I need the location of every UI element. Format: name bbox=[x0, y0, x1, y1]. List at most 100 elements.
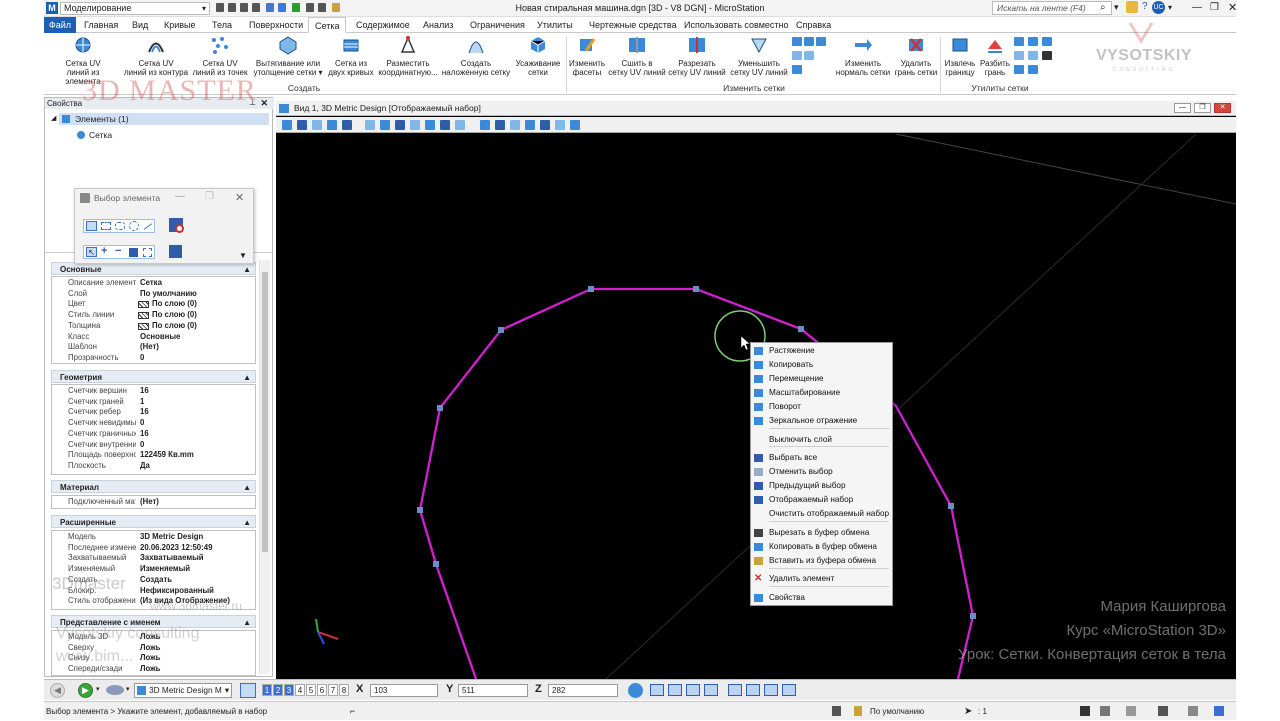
context-menu-item[interactable]: Выключить слой bbox=[751, 433, 892, 447]
context-menu-item[interactable]: Перемещение bbox=[751, 372, 892, 386]
context-menu-item[interactable]: Растяжение bbox=[751, 344, 892, 358]
view-previous-icon[interactable] bbox=[440, 120, 450, 130]
property-row[interactable]: Плоскость Да bbox=[52, 461, 257, 472]
update-view-icon[interactable] bbox=[327, 120, 337, 130]
mesh-utility-icon[interactable] bbox=[1014, 65, 1024, 74]
property-value[interactable]: Да bbox=[140, 461, 150, 472]
property-value[interactable]: 0 bbox=[140, 418, 144, 429]
property-value[interactable]: По слою (0) bbox=[152, 310, 197, 321]
block-method-icon[interactable] bbox=[101, 222, 111, 230]
help-icon[interactable]: ? bbox=[1142, 1, 1148, 12]
change-mesh-normal-button[interactable]: Изменить нормаль сетки bbox=[832, 35, 894, 77]
expand-dialog-chevron-icon[interactable]: ▼ bbox=[239, 251, 247, 260]
properties-scrollbar[interactable] bbox=[259, 260, 270, 674]
mesh-vertex[interactable] bbox=[417, 507, 423, 513]
network-status-icon[interactable] bbox=[1188, 706, 1198, 716]
cloud-status-icon[interactable] bbox=[1214, 706, 1224, 716]
property-row[interactable]: Счетчик внутренних 0 bbox=[52, 440, 257, 451]
mesh-utility-icon[interactable] bbox=[1042, 51, 1052, 60]
context-menu-item[interactable]: Выбрать все bbox=[751, 451, 892, 465]
view-close-icon[interactable]: ✕ bbox=[1214, 103, 1231, 113]
save-status-icon[interactable] bbox=[1080, 706, 1090, 716]
context-menu-item[interactable]: Свойства bbox=[751, 591, 892, 605]
context-menu-item[interactable]: Вставить из буфера обмена bbox=[751, 554, 892, 568]
message-center-icon[interactable]: ⌐ bbox=[350, 702, 355, 721]
view-7-button[interactable]: 7 bbox=[328, 684, 338, 696]
mesh-vertex[interactable] bbox=[498, 327, 504, 333]
property-value[interactable]: По слою (0) bbox=[152, 299, 197, 310]
add-mode-icon[interactable]: + bbox=[101, 245, 107, 257]
property-value[interactable]: Ложь bbox=[140, 664, 160, 675]
tab-utilities[interactable]: Утилиты bbox=[531, 17, 579, 33]
view-8-button[interactable]: 8 bbox=[339, 684, 349, 696]
z-coordinate-field[interactable]: 282 bbox=[548, 684, 618, 697]
context-menu-item[interactable]: Отображаемый набор bbox=[751, 493, 892, 507]
context-menu-item[interactable]: ✕ Удалить элемент bbox=[751, 572, 892, 586]
property-value[interactable]: 16 bbox=[140, 386, 149, 397]
tab-constraints[interactable]: Ограничения bbox=[464, 17, 531, 33]
active-model-dropdown[interactable]: 3D Metric Design M ▾ bbox=[134, 683, 232, 698]
copy-view-icon[interactable] bbox=[480, 120, 490, 130]
view-next-icon[interactable] bbox=[455, 120, 465, 130]
design-history-icon[interactable] bbox=[1126, 706, 1136, 716]
clip-volume-icon[interactable] bbox=[510, 120, 520, 130]
shrinkwrap-mesh-button[interactable]: Усаживание сетки bbox=[512, 35, 564, 77]
property-value[interactable]: (Нет) bbox=[140, 342, 159, 353]
scrollbar-thumb[interactable] bbox=[262, 272, 268, 552]
clip-mask-icon[interactable] bbox=[525, 120, 535, 130]
property-row[interactable]: Стиль линии По слою (0) bbox=[52, 310, 257, 321]
clear-mode-icon[interactable] bbox=[143, 248, 152, 257]
mesh-utility-icon[interactable] bbox=[1028, 65, 1038, 74]
delete-mesh-face-button[interactable]: Удалить грань сетки bbox=[894, 35, 938, 77]
view-4-button[interactable]: 4 bbox=[295, 684, 305, 696]
filter-icon[interactable]: ▾ bbox=[1114, 2, 1119, 13]
mesh-tool-icon[interactable] bbox=[816, 37, 826, 46]
line-method-icon[interactable] bbox=[143, 223, 153, 230]
context-menu-item[interactable]: Очистить отображаемый набор bbox=[751, 507, 892, 521]
create-draped-mesh-button[interactable]: Создать наложенную сетку bbox=[440, 35, 512, 77]
standard-view-top-icon[interactable] bbox=[650, 684, 664, 696]
standard-view-iso-icon[interactable] bbox=[704, 684, 718, 696]
mesh-utility-icon[interactable] bbox=[1014, 37, 1024, 46]
user-menu-chevron-icon[interactable]: ▾ bbox=[1168, 3, 1172, 12]
camera-icon[interactable] bbox=[540, 120, 550, 130]
tree-expand-icon[interactable]: ◢ bbox=[51, 114, 56, 122]
property-value[interactable]: 0 bbox=[140, 353, 144, 364]
property-value[interactable]: Основные bbox=[140, 332, 180, 343]
invert-mode-icon[interactable] bbox=[129, 248, 138, 257]
property-value[interactable]: Захватываемый bbox=[140, 553, 204, 564]
property-row[interactable]: Счетчик граней 1 bbox=[52, 397, 257, 408]
property-row[interactable]: Счетчик невидимых 0 bbox=[52, 418, 257, 429]
property-row[interactable]: Счетчик граничных 16 bbox=[52, 429, 257, 440]
property-row[interactable]: Описание элемента Сетка bbox=[52, 278, 257, 289]
view-restore-icon[interactable]: ❐ bbox=[1194, 103, 1211, 113]
chevron-down-icon[interactable]: ▾ bbox=[225, 684, 229, 697]
ribbon-search-input[interactable]: Искать на ленте (F4) bbox=[992, 1, 1112, 15]
property-value[interactable]: 20.06.2023 12:50:49 bbox=[140, 543, 212, 554]
collapse-caret-icon[interactable]: ▲ bbox=[243, 516, 251, 529]
close-panel-icon[interactable]: ✕ bbox=[260, 98, 268, 109]
property-row[interactable]: Слой По умолчанию bbox=[52, 289, 257, 300]
select-all-elements-icon[interactable] bbox=[169, 218, 184, 233]
close-icon[interactable]: ✕ bbox=[235, 191, 244, 204]
tab-content[interactable]: Содержимое bbox=[350, 17, 416, 33]
tab-home[interactable]: Главная bbox=[78, 17, 124, 33]
place-coordinate-mesh-button[interactable]: Разместить координатную... bbox=[378, 35, 438, 77]
tab-solids[interactable]: Тела bbox=[206, 17, 238, 33]
mesh-vertex[interactable] bbox=[798, 326, 804, 332]
view-minimize-icon[interactable]: — bbox=[1174, 103, 1191, 113]
accudraw-icon[interactable] bbox=[628, 683, 643, 698]
mesh-utility-icon[interactable] bbox=[1028, 37, 1038, 46]
collapse-caret-icon[interactable]: ▲ bbox=[243, 616, 251, 629]
minimize-icon[interactable]: — bbox=[1192, 2, 1202, 13]
x-coordinate-field[interactable]: 103 bbox=[370, 684, 438, 697]
collapse-caret-icon[interactable]: ▲ bbox=[243, 371, 251, 384]
view-groups-icon[interactable] bbox=[240, 683, 256, 698]
property-row[interactable]: Счетчик ребер 16 bbox=[52, 407, 257, 418]
tab-collaborate[interactable]: Использовать совместно bbox=[678, 17, 795, 33]
split-face-button[interactable]: Разбить грань bbox=[978, 35, 1012, 77]
active-level[interactable]: По умолчанию bbox=[870, 702, 924, 721]
snap-icon[interactable] bbox=[832, 706, 841, 716]
walk-icon[interactable] bbox=[555, 120, 565, 130]
property-value[interactable]: 3D Metric Design bbox=[140, 532, 203, 543]
